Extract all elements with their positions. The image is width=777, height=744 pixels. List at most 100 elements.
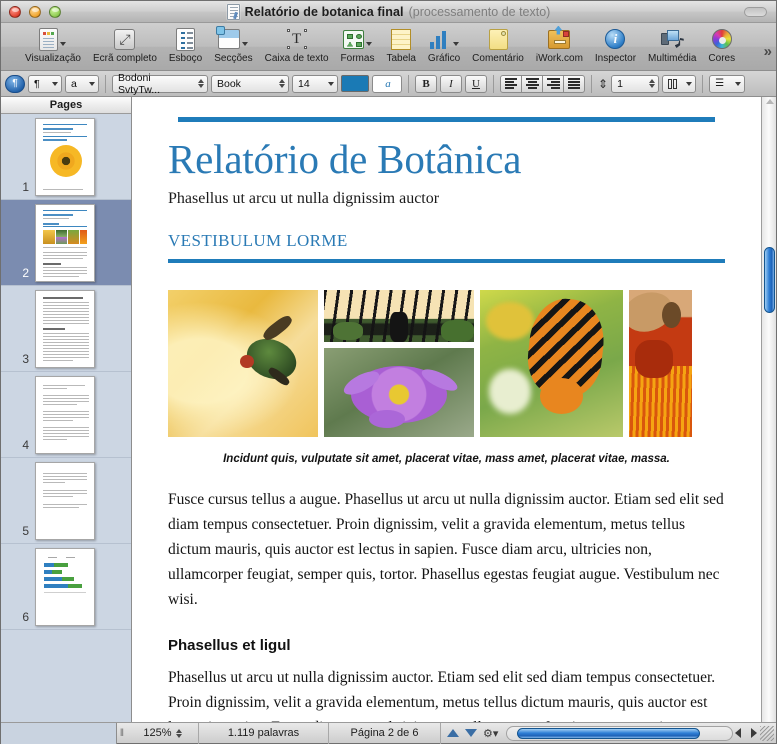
- media-browser-icon: [660, 26, 684, 52]
- align-justify-icon: [568, 78, 580, 89]
- thumbnail-number: 2: [22, 266, 29, 280]
- text-color-swatch[interactable]: [341, 75, 369, 92]
- italic-button[interactable]: I: [440, 74, 462, 93]
- toolbar-label-iwork: iWork.com: [535, 53, 583, 64]
- page-preview: [35, 376, 95, 454]
- gallery-image-orange-black-caterpillar[interactable]: [480, 290, 623, 438]
- toolbar-item-comment[interactable]: Comentário: [466, 26, 530, 64]
- fullscreen-arrows-icon: ⤢: [114, 26, 136, 52]
- character-style-menu[interactable]: a: [65, 74, 99, 93]
- thumbnail-page-3[interactable]: 3: [1, 286, 131, 372]
- toolbar-label-view: Visualização: [25, 53, 81, 64]
- window-title-bar: Relatório de botanica final (processamen…: [1, 1, 776, 23]
- page-navigation: ⚙▾: [441, 723, 504, 744]
- document-page[interactable]: Relatório de Botânica Phasellus ut arcu …: [132, 97, 761, 722]
- zoom-button[interactable]: [49, 5, 61, 18]
- underline-button[interactable]: U: [465, 74, 487, 93]
- triangle-down-icon[interactable]: [465, 729, 477, 737]
- view-document-icon: [39, 26, 67, 52]
- thumbnail-number: 3: [22, 352, 29, 366]
- add-section-icon: [216, 26, 249, 52]
- list-style-menu[interactable]: ☰: [709, 74, 746, 93]
- zoom-control[interactable]: 125%: [127, 722, 199, 744]
- styles-drawer-button[interactable]: ¶: [5, 74, 25, 93]
- close-button[interactable]: [9, 5, 21, 18]
- toolbar-label-chart: Gráfico: [427, 53, 461, 64]
- pages-application-window: Relatório de botanica final (processamen…: [0, 0, 777, 744]
- status-bar-sidebar-spacer: [1, 722, 117, 744]
- toolbar-item-chart[interactable]: Gráfico: [422, 26, 466, 64]
- toolbar-item-fullscreen[interactable]: ⤢ Ecrã completo: [87, 26, 163, 64]
- thumbnail-list[interactable]: 1 2 3 4 5 6: [1, 114, 131, 722]
- columns-menu[interactable]: [662, 74, 697, 93]
- vertical-scroll-thumb[interactable]: [764, 247, 775, 313]
- separator: [105, 74, 106, 93]
- minimize-button[interactable]: [29, 5, 41, 18]
- font-style-menu[interactable]: Book: [211, 74, 289, 93]
- gallery-caption: Incidunt quis, vulputate sit amet, place…: [223, 453, 670, 466]
- page-preview: [35, 548, 95, 626]
- toolbar-overflow-button[interactable]: »: [764, 43, 772, 60]
- page-top-rule: [178, 117, 715, 122]
- document-icon: [226, 3, 240, 20]
- toolbar-item-media[interactable]: Multimédia: [642, 26, 702, 64]
- sidebar-resize-grip[interactable]: ‖: [117, 728, 127, 739]
- thumbnail-page-5[interactable]: 5: [1, 458, 131, 544]
- text-background-label: a: [385, 77, 391, 90]
- chevron-down-icon: [60, 41, 67, 46]
- scroll-right-icon[interactable]: [751, 728, 757, 738]
- toolbar-item-table[interactable]: Tabela: [380, 26, 421, 64]
- line-spacing-field[interactable]: 1: [611, 74, 660, 93]
- thumbnail-page-6[interactable]: 6: [1, 544, 131, 630]
- thumbnail-page-1[interactable]: 1: [1, 114, 131, 200]
- vertical-scrollbar[interactable]: [761, 97, 776, 722]
- text-background-button[interactable]: a: [372, 74, 402, 93]
- toolbar-item-inspector[interactable]: i Inspector: [589, 26, 642, 64]
- toolbar-toggle-button[interactable]: [744, 7, 767, 17]
- separator: [408, 74, 409, 93]
- toolbar-item-sections[interactable]: Secções: [208, 26, 258, 64]
- gallery-image-purple-daisy-flower[interactable]: [324, 348, 474, 438]
- stepper-icon: [649, 79, 656, 88]
- paragraph-style-menu[interactable]: ¶: [28, 74, 62, 93]
- toolbar-item-colors[interactable]: Cores: [702, 26, 741, 64]
- chevron-down-icon: [89, 81, 95, 86]
- horizontal-scrollbar[interactable]: [506, 725, 733, 741]
- align-center-button[interactable]: [521, 74, 543, 93]
- gallery-image-swallowtail-butterfly-wings[interactable]: [324, 290, 474, 343]
- image-gallery: [168, 290, 725, 438]
- font-family-menu[interactable]: Bodoni SvtyTw...: [112, 72, 208, 96]
- align-right-button[interactable]: [542, 74, 564, 93]
- toolbar-label-fullscreen: Ecrã completo: [92, 53, 157, 64]
- gear-icon[interactable]: ⚙▾: [483, 727, 498, 740]
- align-right-icon: [546, 78, 560, 89]
- align-left-button[interactable]: [500, 74, 522, 93]
- window-controls: [1, 5, 61, 18]
- toolbar-item-view[interactable]: Visualização: [19, 26, 87, 64]
- main-toolbar: Visualização ⤢ Ecrã completo Esboço Secç…: [1, 23, 776, 71]
- triangle-up-icon[interactable]: [447, 729, 459, 737]
- stepper-icon: [175, 728, 182, 738]
- horizontal-scroll-thumb[interactable]: [517, 727, 700, 739]
- chevron-down-icon: [452, 41, 459, 46]
- gallery-image-moth-on-orange-blossom[interactable]: [629, 290, 692, 438]
- toolbar-item-shapes[interactable]: Formas: [335, 26, 381, 64]
- toolbar-item-iwork[interactable]: iWork.com: [530, 25, 589, 64]
- thumbnail-page-2[interactable]: 2: [1, 200, 131, 286]
- toolbar-item-textbox[interactable]: T Caixa de texto: [259, 26, 335, 64]
- gallery-image-fly-on-yellow-petal[interactable]: [168, 290, 318, 438]
- align-justify-button[interactable]: [563, 74, 585, 93]
- separator: [702, 74, 704, 93]
- thumbnail-page-4[interactable]: 4: [1, 372, 131, 458]
- bold-button[interactable]: B: [415, 74, 437, 93]
- toolbar-item-outline[interactable]: Esboço: [163, 26, 208, 64]
- scroll-left-icon[interactable]: [735, 728, 741, 738]
- color-wheel-icon: [711, 26, 732, 52]
- toolbar-label-comment: Comentário: [472, 53, 524, 64]
- thumbnail-number: 6: [22, 610, 29, 624]
- window-resize-handle[interactable]: [760, 725, 774, 741]
- line-spacing-value: 1: [617, 77, 623, 90]
- font-style-value: Book: [217, 77, 241, 90]
- zoom-value: 125%: [143, 727, 172, 739]
- font-size-field[interactable]: 14: [292, 74, 338, 93]
